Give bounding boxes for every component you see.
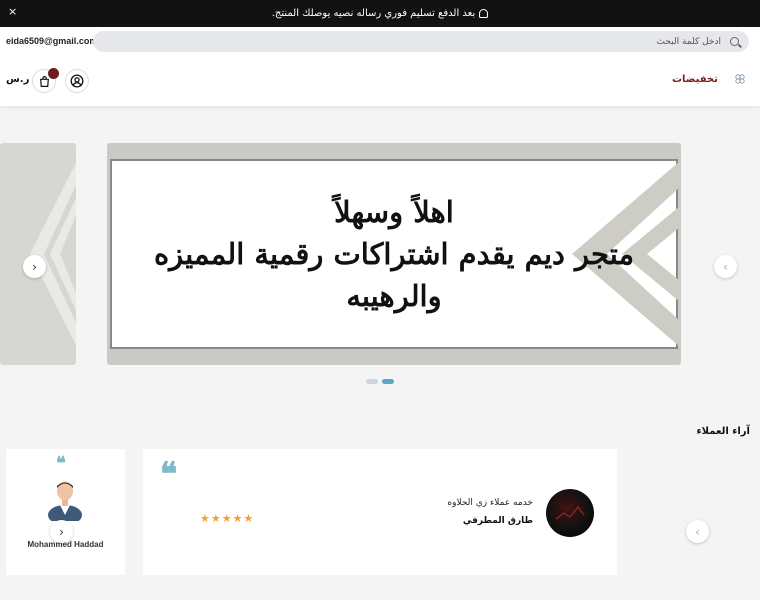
star-icon: ★	[221, 512, 232, 525]
store-logo[interactable]	[733, 72, 747, 86]
review-card: ❝ ★ ★ ★ ★ ★ خدمه عملاء زي الحلاوه طارق ا…	[143, 449, 617, 575]
account-button[interactable]	[65, 69, 89, 93]
banner-slider: اهلاً وسهلاً متجر ديم يقدم اشتراكات رقمي…	[0, 143, 760, 366]
banner-line-1: اهلاً وسهلاً	[334, 194, 454, 229]
search-icon[interactable]	[730, 37, 739, 46]
review-card: ❝ Mohammed Haddad ›	[6, 449, 125, 575]
banner-slide-previous[interactable]	[0, 143, 76, 365]
announcement-text: بعد الدفع تسليم فوري رساله نصيه يوصلك ال…	[271, 8, 476, 19]
review-text: خدمه عملاء زي الحلاوه	[447, 498, 533, 508]
site-header: ر.س تخفيضات	[0, 56, 760, 106]
slider-pagination	[366, 379, 394, 384]
star-icon: ★	[232, 512, 243, 525]
pagination-dot-active[interactable]	[382, 379, 394, 384]
reviews-section-title: آراء العملاء	[696, 426, 750, 437]
banner-line-3: والرهيبه	[346, 279, 442, 314]
reviewer-name: طارق المطرفي	[462, 516, 533, 526]
currency-selector[interactable]: ر.س	[6, 74, 29, 85]
chevron-pattern	[30, 163, 76, 345]
cart-count-badge	[48, 68, 59, 79]
reviewer-avatar	[546, 489, 594, 537]
announcement-message: بعد الدفع تسليم فوري رساله نصيه يوصلك ال…	[272, 8, 489, 19]
avatar	[48, 481, 82, 521]
reviews-next-button[interactable]: ‹	[686, 520, 709, 543]
user-icon	[70, 74, 84, 88]
search-input[interactable]	[93, 31, 749, 52]
rating-stars: ★ ★ ★ ★ ★	[200, 512, 253, 525]
nav-link-discounts[interactable]: تخفيضات	[672, 74, 718, 85]
star-icon: ★	[210, 512, 221, 525]
banner-slide-active[interactable]: اهلاً وسهلاً متجر ديم يقدم اشتراكات رقمي…	[107, 143, 681, 365]
star-icon: ★	[200, 512, 210, 525]
banner-next-button[interactable]: ‹	[714, 255, 737, 278]
banner-slide-next[interactable]	[687, 143, 760, 365]
reviews-prev-button[interactable]: ›	[50, 520, 73, 543]
bell-icon	[479, 9, 489, 18]
star-icon: ★	[243, 512, 254, 525]
search-row: eida6509@gmail.com	[0, 27, 760, 56]
account-email[interactable]: eida6509@gmail.com	[6, 36, 97, 46]
banner-prev-button[interactable]: ›	[23, 255, 46, 278]
close-announcement-button[interactable]: ×	[8, 5, 17, 18]
pagination-dot[interactable]	[366, 379, 378, 384]
quote-icon: ❝	[160, 455, 178, 493]
quote-icon: ❝	[56, 453, 66, 474]
announcement-bar: × بعد الدفع تسليم فوري رساله نصيه يوصلك …	[0, 0, 760, 27]
banner-line-2: متجر ديم يقدم اشتراكات رقمية المميزه	[153, 236, 635, 271]
